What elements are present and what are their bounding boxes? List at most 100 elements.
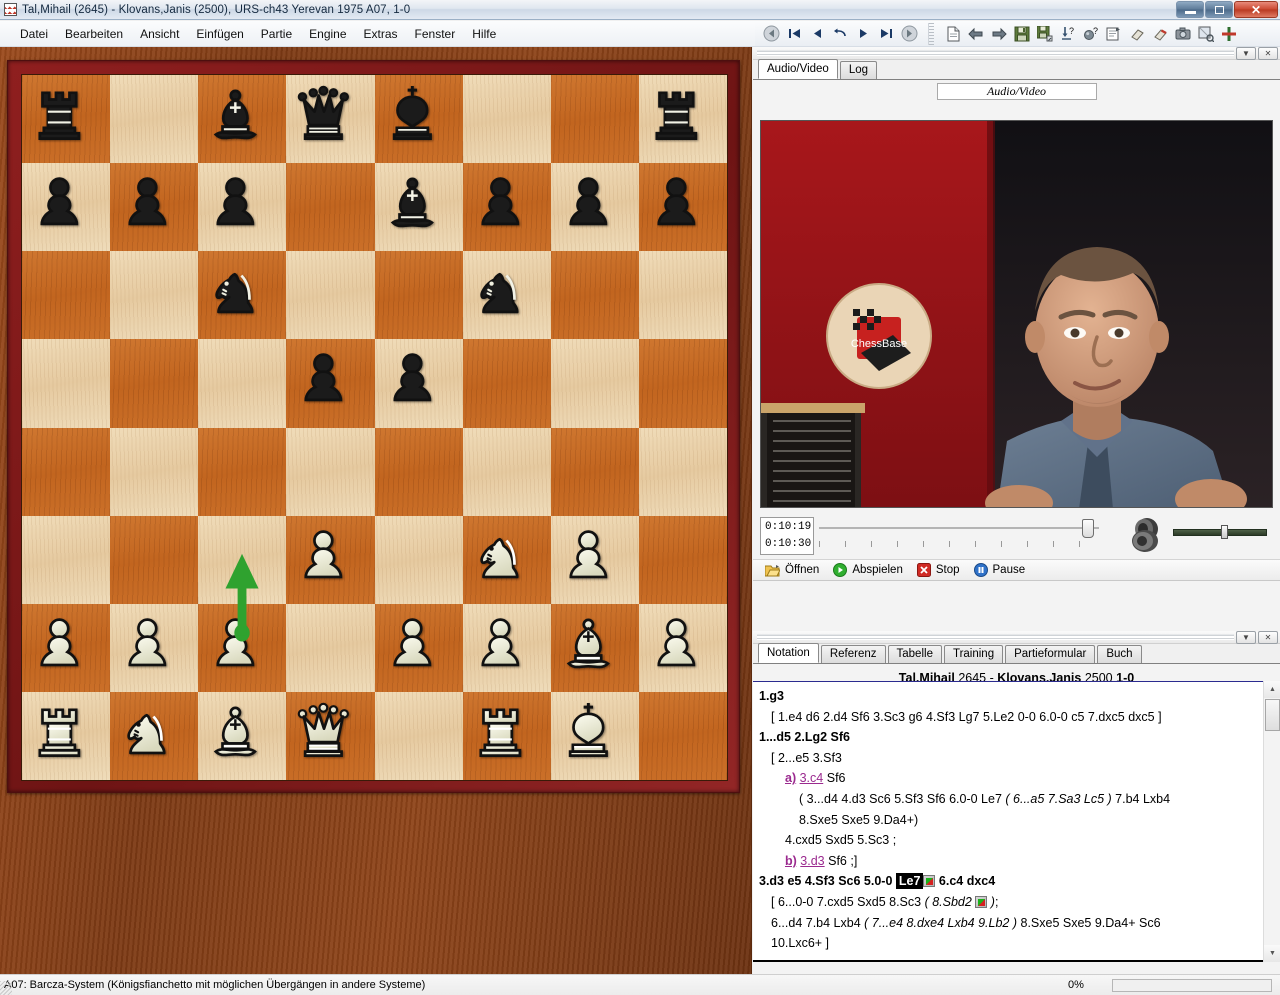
board-square-b5[interactable] [110,339,199,428]
board-square-h5[interactable] [638,339,727,428]
notation-panel-title-bar[interactable]: ▼ ✕ [753,631,1280,644]
next-move-icon[interactable] [853,24,873,44]
board-square-f4[interactable] [462,427,551,516]
tab-tabelle[interactable]: Tabelle [887,645,942,663]
add-cross-icon[interactable] [1219,24,1239,44]
white-pawn-on-d3[interactable] [293,523,367,597]
menu-item-datei[interactable]: Datei [12,24,56,44]
black-pawn-on-g7[interactable] [558,170,632,244]
notation-line[interactable]: [ 6...0-0 7.cxd5 Sxd5 8.Sc3 ( 8.Sbd2 ); [759,892,1252,913]
board-square-e7[interactable] [374,163,463,252]
notation-line[interactable]: b) 3.d3 Sf6 ;] [759,851,1252,872]
notation-line[interactable]: 3.d3 e5 4.Sf3 Sc6 5.0-0 Le7 6.c4 dxc4 [759,871,1252,892]
black-bishop-on-e7[interactable] [382,170,456,244]
tab-partieformular[interactable]: Partieformular [1005,645,1096,663]
black-knight-on-c6[interactable] [205,258,279,332]
last-move-icon[interactable] [876,24,896,44]
first-move-icon[interactable] [784,24,804,44]
tab-buch[interactable]: Buch [1097,645,1142,663]
board-square-d4[interactable] [286,427,375,516]
seek-thumb[interactable] [1082,519,1094,538]
board-square-d3[interactable] [286,515,375,604]
board-square-a5[interactable] [22,339,111,428]
board-square-h7[interactable] [638,163,727,252]
menu-item-engine[interactable]: Engine [301,24,354,44]
chessboard[interactable] [21,74,728,781]
black-pawn-on-b7[interactable] [117,170,191,244]
back-icon[interactable] [761,24,781,44]
erase-variation-icon[interactable] [1150,24,1170,44]
white-pawn-on-b2[interactable] [117,611,191,685]
takeback-icon[interactable] [830,24,850,44]
board-square-d8[interactable] [286,75,375,164]
av-panel-drag-grip[interactable] [757,50,1234,56]
white-bishop-on-g2[interactable] [558,611,632,685]
board-square-b1[interactable] [110,691,199,780]
white-king-on-g1[interactable] [558,699,632,773]
white-rook-on-f1[interactable] [470,699,544,773]
board-square-g1[interactable] [550,691,639,780]
play-button[interactable]: Abspielen [833,563,903,577]
white-pawn-on-g3[interactable] [558,523,632,597]
board-square-h3[interactable] [638,515,727,604]
board-square-g7[interactable] [550,163,639,252]
menu-item-hilfe[interactable]: Hilfe [464,24,504,44]
board-square-a3[interactable] [22,515,111,604]
seek-track[interactable] [819,527,1099,529]
board-square-e8[interactable] [374,75,463,164]
board-square-g4[interactable] [550,427,639,516]
tab-audio-video[interactable]: Audio/Video [758,59,838,79]
notation-line[interactable]: ( 3...d4 4.d3 Sc6 5.Sf3 Sf6 6.0-0 Le7 ( … [759,789,1252,810]
save-as-icon[interactable] [1035,24,1055,44]
notation-moves[interactable]: 1.g3[ 1.e4 d6 2.d4 Sf6 3.Sc3 g6 4.Sf3 Lg… [753,682,1258,958]
board-square-d6[interactable] [286,251,375,340]
board-square-h6[interactable] [638,251,727,340]
open-media-button[interactable]: Öffnen [765,564,819,577]
volume-track[interactable] [1173,529,1267,536]
speaker-icon[interactable] [1125,517,1163,553]
tab-referenz[interactable]: Referenz [820,645,886,663]
notation-line[interactable]: [ 1.e4 d6 2.d4 Sf6 3.Sc3 g6 4.Sf3 Lg7 5.… [759,707,1252,728]
tab-training[interactable]: Training [943,645,1004,663]
board-square-d7[interactable] [286,163,375,252]
white-pawn-on-e2[interactable] [382,611,456,685]
notation-line[interactable]: 8.Sxe5 Sxe5 9.Da4+) [759,810,1252,831]
board-square-h4[interactable] [638,427,727,516]
white-queen-on-d1[interactable] [293,699,367,773]
board-square-h8[interactable] [638,75,727,164]
window-title-bar[interactable]: Tal,Mihail (2645) - Klovans,Janis (2500)… [0,0,1280,20]
board-square-f5[interactable] [462,339,551,428]
board-square-c1[interactable] [198,691,287,780]
scroll-thumb[interactable] [1265,699,1280,731]
board-square-f2[interactable] [462,603,551,692]
board-square-e3[interactable] [374,515,463,604]
board-square-b4[interactable] [110,427,199,516]
notation-body[interactable]: 1.g3[ 1.e4 d6 2.d4 Sf6 3.Sc3 g6 4.Sf3 Lg… [753,681,1280,962]
notation-scrollbar[interactable]: ▲ ▼ [1263,681,1280,962]
white-knight-on-f3[interactable] [470,523,544,597]
white-rook-on-a1[interactable] [29,699,103,773]
menu-item-partie[interactable]: Partie [253,24,300,44]
board-square-d5[interactable] [286,339,375,428]
menu-item-ansicht[interactable]: Ansicht [132,24,187,44]
white-pawn-on-a2[interactable] [29,611,103,685]
menu-item-einfuegen[interactable]: Einfügen [188,24,251,44]
board-square-g3[interactable] [550,515,639,604]
board-square-a2[interactable] [22,603,111,692]
board-square-a4[interactable] [22,427,111,516]
board-square-g5[interactable] [550,339,639,428]
board-square-e5[interactable] [374,339,463,428]
board-square-d1[interactable] [286,691,375,780]
new-game-icon[interactable] [943,24,963,44]
erase-annotation-icon[interactable] [1127,24,1147,44]
forward-icon[interactable] [899,24,919,44]
board-square-c6[interactable] [198,251,287,340]
board-square-g8[interactable] [550,75,639,164]
volume-slider[interactable] [1173,525,1267,539]
save-game-icon[interactable] [1012,24,1032,44]
notation-line[interactable]: 4.cxd5 Sxd5 5.Sc3 ; [759,830,1252,851]
board-square-a8[interactable] [22,75,111,164]
board-square-e4[interactable] [374,427,463,516]
seek-slider[interactable] [819,519,1099,553]
board-square-e1[interactable] [374,691,463,780]
